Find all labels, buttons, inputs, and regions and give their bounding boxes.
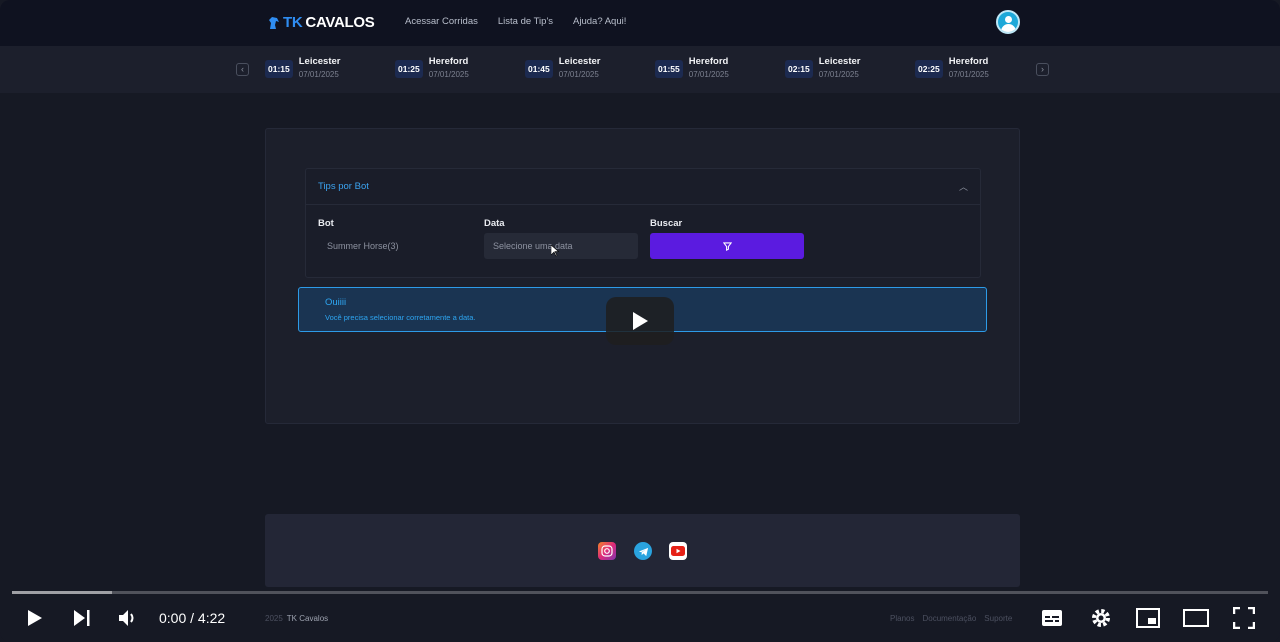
tips-por-bot-panel: Tips por Bot ︿ Bot Data Buscar Summer Ho…: [305, 168, 981, 278]
race-item[interactable]: 01:55 Hereford 07/01/2025: [655, 56, 729, 79]
logo-prefix: TK: [283, 14, 303, 31]
copyright-brand: TK Cavalos: [286, 614, 329, 623]
race-date: 07/01/2025: [688, 70, 729, 79]
user-avatar[interactable]: [996, 10, 1020, 34]
fullscreen-icon[interactable]: [1233, 607, 1255, 629]
avatar-head: [1005, 16, 1012, 23]
theater-mode-icon[interactable]: [1183, 609, 1209, 627]
tips-card: Tips por Bot ︿ Bot Data Buscar Summer Ho…: [265, 128, 1020, 424]
race-info: Hereford 07/01/2025: [689, 56, 729, 79]
bot-label: Bot: [318, 218, 334, 229]
play-icon: [633, 312, 648, 330]
site-logo[interactable]: TK CAVALOS: [268, 14, 375, 31]
avatar-body: [1001, 24, 1016, 32]
race-time-badge: 02:25: [915, 60, 943, 78]
chevron-up-icon: ︿: [958, 182, 968, 192]
miniplayer-icon[interactable]: [1136, 608, 1160, 628]
footer-link-suporte[interactable]: Suporte: [984, 614, 1012, 623]
filter-icon: [722, 241, 732, 251]
time-display: 0:00 / 4:22: [159, 610, 226, 626]
data-label: Data: [484, 218, 505, 229]
buffered-progress: [12, 591, 113, 594]
bot-select[interactable]: Summer Horse(3): [318, 233, 472, 259]
settings-gear-icon[interactable]: [1090, 607, 1112, 629]
volume-icon[interactable]: [118, 608, 138, 628]
race-date: 07/01/2025: [818, 70, 859, 79]
race-venue: Leicester: [818, 56, 861, 67]
race-time-badge: 01:45: [525, 60, 553, 78]
telegram-glyph-icon: [638, 547, 648, 556]
race-time-badge: 01:25: [395, 60, 423, 78]
panel-header[interactable]: Tips por Bot ︿: [306, 169, 980, 205]
nav-links: Acessar Corridas Lista de Tip's Ajuda? A…: [405, 16, 626, 27]
race-info: Hereford 07/01/2025: [429, 56, 469, 79]
race-venue: Hereford: [948, 56, 989, 67]
copyright: 2025 TK Cavalos: [265, 614, 328, 623]
mouse-cursor-icon: [551, 245, 559, 257]
nav-link-lista-tips[interactable]: Lista de Tip's: [498, 16, 553, 27]
next-video-icon[interactable]: [73, 609, 91, 627]
race-date: 07/01/2025: [948, 70, 989, 79]
video-progress-bar[interactable]: [12, 591, 1268, 594]
youtube-glyph-icon: [671, 546, 685, 556]
race-info: Leicester 07/01/2025: [299, 56, 341, 79]
race-time-badge: 02:15: [785, 60, 813, 78]
prev-races-button[interactable]: ‹: [236, 63, 249, 76]
race-venue: Hereford: [428, 56, 469, 67]
race-time-badge: 01:15: [265, 60, 293, 78]
race-info: Leicester 07/01/2025: [819, 56, 861, 79]
video-frame: TK CAVALOS Acessar Corridas Lista de Tip…: [0, 0, 1280, 642]
footer-link-planos[interactable]: Planos: [890, 614, 914, 623]
search-button[interactable]: [650, 233, 804, 259]
buscar-label: Buscar: [650, 218, 683, 229]
instagram-glyph-icon: [601, 545, 613, 557]
youtube-icon[interactable]: [669, 542, 687, 560]
race-venue: Hereford: [688, 56, 729, 67]
race-venue: Leicester: [298, 56, 341, 67]
telegram-icon[interactable]: [634, 542, 652, 560]
big-play-button[interactable]: [606, 297, 674, 345]
race-item[interactable]: 01:25 Hereford 07/01/2025: [395, 56, 469, 79]
top-navbar: TK CAVALOS Acessar Corridas Lista de Tip…: [0, 0, 1280, 46]
chevron-left-icon: ‹: [241, 64, 244, 74]
footer-link-documentacao[interactable]: Documentação: [922, 614, 976, 623]
race-date: 07/01/2025: [558, 70, 599, 79]
race-item[interactable]: 01:45 Leicester 07/01/2025: [525, 56, 600, 79]
nav-link-acessar-corridas[interactable]: Acessar Corridas: [405, 16, 478, 27]
race-venue: Leicester: [558, 56, 601, 67]
copyright-year: 2025: [265, 614, 283, 623]
horse-logo-icon: [269, 16, 279, 29]
race-item[interactable]: 02:25 Hereford 07/01/2025: [915, 56, 989, 79]
race-item[interactable]: 02:15 Leicester 07/01/2025: [785, 56, 860, 79]
logo-name: CAVALOS: [305, 14, 375, 31]
race-info: Leicester 07/01/2025: [559, 56, 601, 79]
race-date: 07/01/2025: [428, 70, 469, 79]
subtitles-icon[interactable]: [1041, 608, 1063, 628]
race-item[interactable]: 01:15 Leicester 07/01/2025: [265, 56, 340, 79]
nav-link-ajuda[interactable]: Ajuda? Aqui!: [573, 16, 626, 27]
race-info: Hereford 07/01/2025: [949, 56, 989, 79]
race-strip: ‹ 01:15 Leicester 07/01/2025 01:25 Heref…: [0, 46, 1280, 93]
race-date: 07/01/2025: [298, 70, 339, 79]
footer-links: Planos Documentação Suporte: [890, 614, 1012, 623]
date-input[interactable]: Selecione uma data: [484, 233, 638, 259]
play-control-icon[interactable]: [26, 609, 44, 627]
panel-title: Tips por Bot: [318, 181, 369, 192]
race-time-badge: 01:55: [655, 60, 683, 78]
instagram-icon[interactable]: [598, 542, 616, 560]
next-races-button[interactable]: ›: [1036, 63, 1049, 76]
chevron-right-icon: ›: [1041, 64, 1044, 74]
